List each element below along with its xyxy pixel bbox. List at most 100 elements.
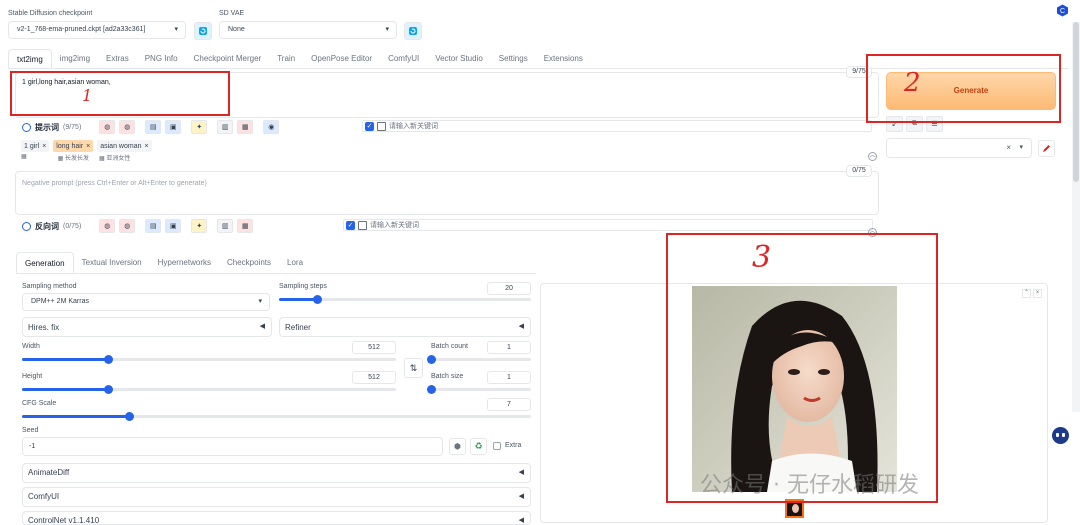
- slider-knob[interactable]: [312, 295, 322, 304]
- tab-lora[interactable]: Lora: [279, 252, 311, 274]
- tab-textual-inversion[interactable]: Textual Inversion: [74, 252, 150, 274]
- paste-icon[interactable]: ▤: [145, 120, 162, 134]
- dice-icon[interactable]: ⬢: [449, 438, 466, 455]
- translate-icon[interactable]: ◍: [99, 219, 116, 233]
- tab-vector-studio[interactable]: Vector Studio: [427, 49, 491, 69]
- chip[interactable]: long hair ×: [53, 140, 94, 152]
- recycle-icon[interactable]: ♻: [470, 438, 487, 455]
- extension-logo-icon[interactable]: C: [1056, 4, 1069, 17]
- close-icon[interactable]: ×: [42, 143, 46, 150]
- slider-knob[interactable]: [427, 385, 436, 394]
- copy-icon[interactable]: ▣: [165, 219, 182, 233]
- tab-checkpoints[interactable]: Checkpoints: [219, 252, 279, 274]
- extra-checkbox[interactable]: [493, 442, 501, 450]
- slider-knob[interactable]: [124, 412, 134, 421]
- history-icon[interactable]: ◍: [119, 120, 136, 134]
- height-slider[interactable]: [22, 385, 396, 394]
- chip[interactable]: asian woman ×: [97, 140, 152, 152]
- accordion-controlnet[interactable]: ControlNet v1.1.410 ◀: [22, 511, 531, 525]
- accordion-animatediff[interactable]: AnimateDiff ◀: [22, 463, 531, 483]
- sampling-steps-label: Sampling steps: [279, 283, 327, 290]
- prompt-keyword-input[interactable]: ✓ 请输入新关键词: [362, 120, 872, 132]
- fullscreen-icon[interactable]: ⌃: [1022, 289, 1031, 298]
- collapse-up-icon[interactable]: ︿: [868, 152, 877, 161]
- close-icon[interactable]: ×: [86, 143, 90, 150]
- history-icon[interactable]: ◍: [119, 219, 136, 233]
- clear-icon[interactable]: ×: [1006, 143, 1011, 152]
- accordion-comfyui[interactable]: ComfyUI ◀: [22, 487, 531, 507]
- batch-size-slider[interactable]: [427, 385, 531, 394]
- scrollbar-thumb[interactable]: [1073, 22, 1079, 182]
- batch-count-input[interactable]: 1: [487, 341, 531, 354]
- close-icon[interactable]: ×: [1033, 289, 1042, 298]
- bookmark-icon[interactable]: ▥: [217, 219, 234, 233]
- refresh-checkpoint-button[interactable]: [194, 22, 212, 40]
- tab-extensions[interactable]: Extensions: [536, 49, 591, 69]
- annotation-box-2: [866, 54, 1061, 123]
- bookmark-icon[interactable]: ▥: [217, 120, 234, 134]
- height-input[interactable]: 512: [352, 371, 396, 384]
- refresh-vae-button[interactable]: [404, 22, 422, 40]
- seed-input[interactable]: -1: [22, 437, 443, 456]
- sampling-steps-input[interactable]: 20: [487, 282, 531, 295]
- styles-select[interactable]: × ▾: [886, 138, 1032, 158]
- width-slider[interactable]: [22, 355, 396, 364]
- slider-knob[interactable]: [104, 385, 114, 394]
- checkpoint-select[interactable]: v2-1_768-ema-pruned.ckpt [ad2a33c361] ▾: [8, 21, 186, 39]
- favorite-icon[interactable]: ✦: [191, 120, 208, 134]
- refresh-icon: [199, 27, 207, 35]
- check-icon[interactable]: ✓: [365, 121, 374, 131]
- checkpoint-value: v2-1_768-ema-pruned.ckpt [ad2a33c361]: [17, 26, 146, 33]
- scrollbar[interactable]: [1072, 22, 1080, 412]
- vae-label: SD VAE: [219, 10, 245, 17]
- check-icon[interactable]: ✓: [346, 220, 355, 230]
- hires-fix-toggle[interactable]: Hires. fix ◀: [22, 317, 272, 337]
- checkbox-icon[interactable]: [358, 220, 367, 230]
- translate-icon[interactable]: ◍: [99, 120, 116, 134]
- tab-hypernetworks[interactable]: Hypernetworks: [150, 252, 219, 274]
- assistant-icon[interactable]: [1052, 427, 1069, 444]
- edit-styles-button[interactable]: [1038, 140, 1055, 157]
- negative-bar-title: 反向词: [35, 221, 59, 231]
- tab-img2img[interactable]: img2img: [52, 49, 98, 69]
- width-input[interactable]: 512: [352, 341, 396, 354]
- collapse-icon[interactable]: [22, 221, 31, 231]
- vae-select[interactable]: None ▾: [219, 21, 397, 39]
- tab-settings[interactable]: Settings: [491, 49, 536, 69]
- cfg-slider[interactable]: [22, 412, 531, 421]
- cfg-input[interactable]: 7: [487, 398, 531, 411]
- swap-dimensions-button[interactable]: ⇅: [404, 358, 423, 378]
- checkbox-icon[interactable]: [377, 121, 386, 131]
- negative-keyword-input[interactable]: ✓ 请输入新关键词: [343, 219, 873, 231]
- globe-icon[interactable]: ◉: [263, 120, 280, 134]
- batch-size-input[interactable]: 1: [487, 371, 531, 384]
- prompt-bar-count: (9/75): [63, 123, 82, 131]
- slider-knob[interactable]: [104, 355, 114, 364]
- favorite-icon[interactable]: ✦: [191, 219, 208, 233]
- tab-train[interactable]: Train: [269, 49, 303, 69]
- sampling-method-select[interactable]: DPM++ 2M Karras ▾: [22, 293, 270, 311]
- trash-icon[interactable]: ▦: [237, 120, 254, 134]
- tab-checkpoint-merger[interactable]: Checkpoint Merger: [186, 49, 270, 69]
- tab-openpose-editor[interactable]: OpenPose Editor: [303, 49, 380, 69]
- negative-prompt-textarea[interactable]: Negative prompt (press Ctrl+Enter or Alt…: [15, 171, 879, 215]
- collapse-icon[interactable]: [22, 122, 31, 132]
- paste-icon[interactable]: ▤: [145, 219, 162, 233]
- copy-icon[interactable]: ▣: [165, 120, 182, 134]
- tab-txt2img[interactable]: txt2img: [8, 49, 52, 69]
- batch-count-slider[interactable]: [427, 355, 531, 364]
- tab-comfyui[interactable]: ComfyUI: [380, 49, 427, 69]
- trash-icon[interactable]: ▦: [237, 219, 254, 233]
- tab-png-info[interactable]: PNG Info: [137, 49, 186, 69]
- accordion-label: AnimateDiff: [28, 468, 70, 477]
- sampling-steps-slider[interactable]: [279, 295, 531, 304]
- tab-generation[interactable]: Generation: [16, 252, 74, 274]
- close-icon[interactable]: ×: [144, 143, 148, 150]
- chip[interactable]: 1 girl ×: [21, 140, 50, 152]
- refresh-icon: [409, 27, 417, 35]
- refiner-toggle[interactable]: Refiner ◀: [279, 317, 531, 337]
- tab-extras[interactable]: Extras: [98, 49, 137, 69]
- slider-knob[interactable]: [427, 355, 436, 364]
- negative-bar-count: (0/75): [63, 222, 82, 230]
- annotation-number-1: 1: [82, 86, 93, 105]
